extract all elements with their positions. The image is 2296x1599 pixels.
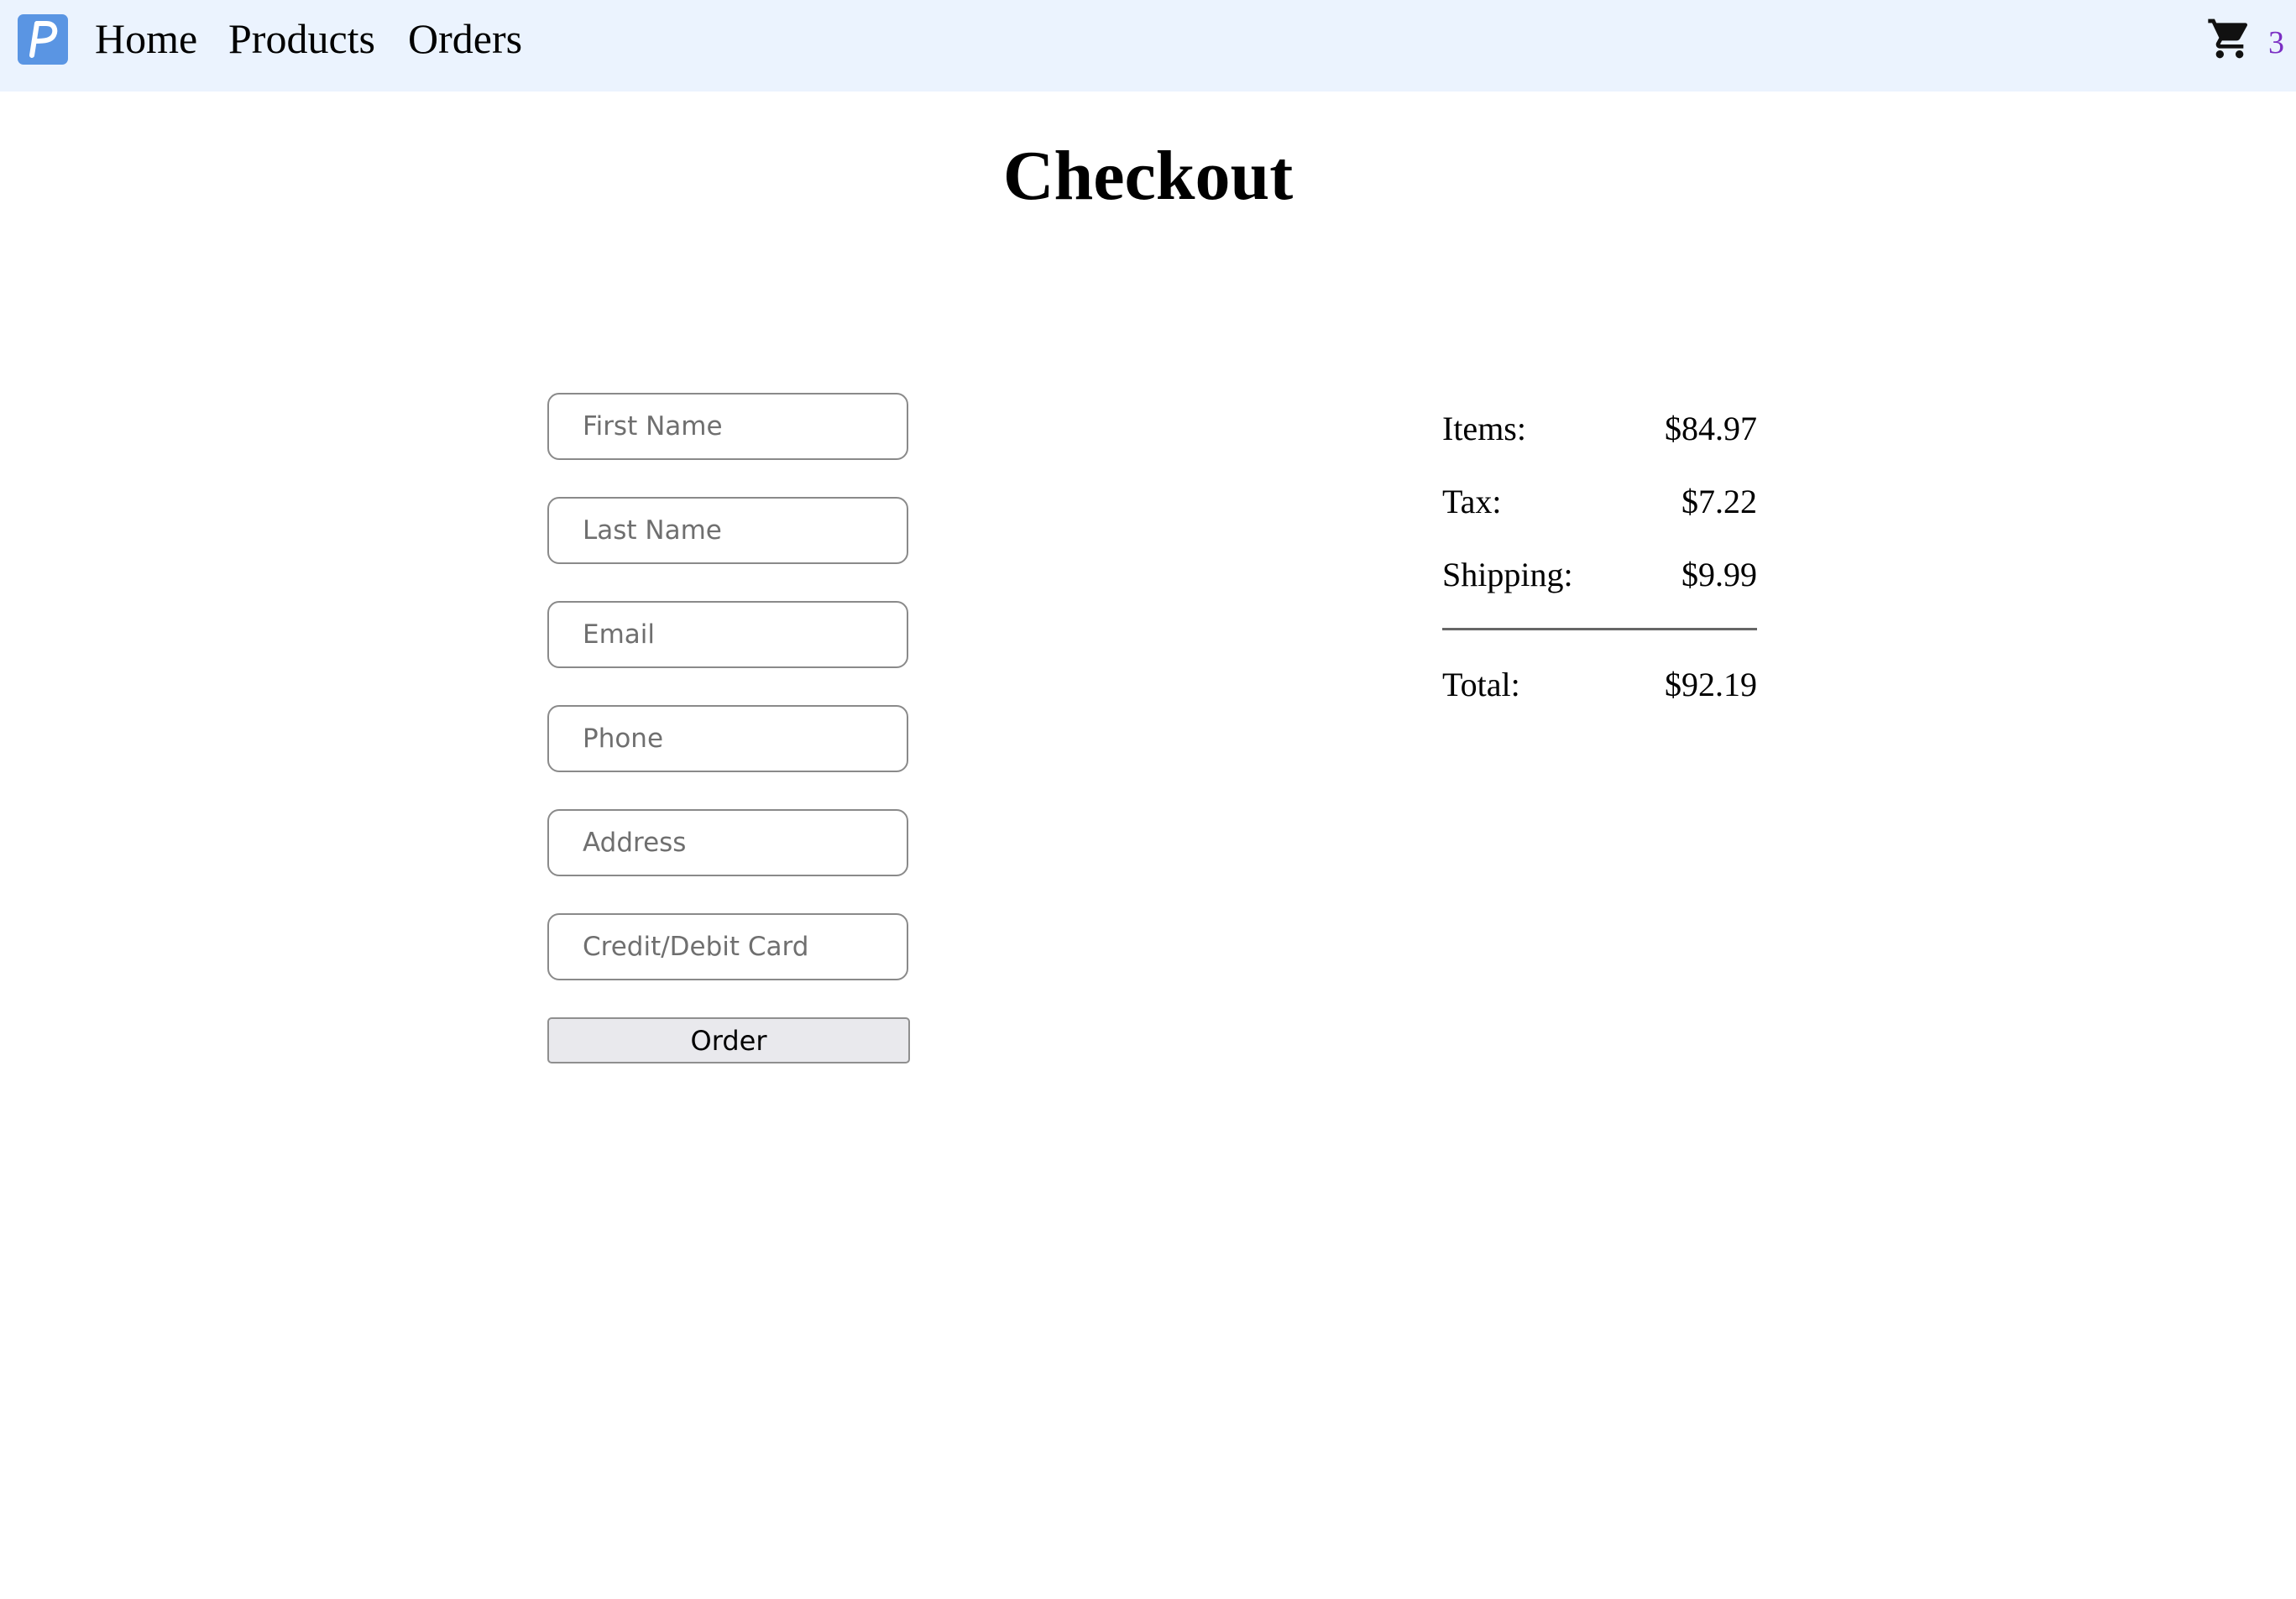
email-input[interactable] [547,601,908,668]
first-name-input[interactable] [547,393,908,460]
nav-orders-link[interactable]: Orders [408,12,522,65]
last-name-input[interactable] [547,497,908,564]
shopping-cart-icon[interactable] [2206,15,2253,62]
items-value: $84.97 [1665,410,1757,447]
nav-products-link[interactable]: Products [228,12,375,65]
cart-glyph [2208,18,2248,59]
card-input[interactable] [547,913,908,980]
nav-home-link[interactable]: Home [95,12,197,65]
shipping-label: Shipping: [1442,556,1573,593]
shipping-value: $9.99 [1681,556,1757,593]
tax-label: Tax: [1442,483,1502,520]
total-label: Total: [1442,666,1520,703]
top-nav-bar: Home Products Orders 3 [0,0,2296,91]
p-logo-icon[interactable] [18,14,68,65]
tax-value: $7.22 [1681,483,1757,520]
total-value: $92.19 [1665,666,1757,703]
p-logo-glyph [29,21,58,58]
items-label: Items: [1442,410,1526,447]
cart-count-badge: 3 [2268,25,2284,60]
address-input[interactable] [547,809,908,876]
summary-divider [1442,628,1757,630]
order-button[interactable]: Order [547,1017,910,1063]
page-title: Checkout [1002,137,1294,215]
phone-input[interactable] [547,705,908,772]
